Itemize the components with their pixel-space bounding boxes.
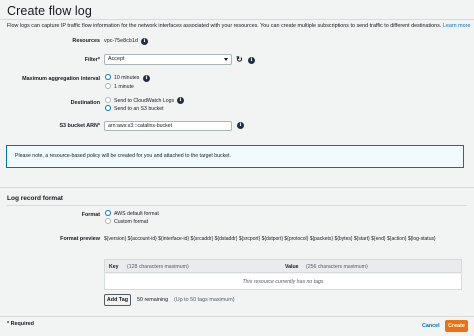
- tags-table-header: Key (128 characters maximum) Value (256 …: [104, 259, 462, 273]
- page-title: Create flow log: [7, 4, 92, 18]
- format-preview-value: ${version} ${account-id} ${interface-id}…: [104, 236, 436, 242]
- s3-arn-label: S3 bucket ARN*: [59, 123, 100, 129]
- create-button[interactable]: Create: [445, 320, 468, 332]
- format-radio-default[interactable]: [105, 210, 111, 216]
- title-divider: [0, 19, 474, 20]
- format-option-custom: Custom format: [114, 218, 149, 225]
- aggregation-radio-10min[interactable]: [105, 74, 111, 80]
- tags-empty-row: This resource currently has no tags: [104, 274, 462, 290]
- s3-arn-input[interactable]: arn:aws:s3:::catalins-bucket: [104, 121, 232, 131]
- aggregation-info-icon[interactable]: i: [143, 75, 150, 82]
- destination-option-cloudwatch: Send to CloudWatch Logs: [114, 97, 175, 104]
- tags-remaining-hint: (Up to 50 tags maximum): [174, 297, 235, 303]
- refresh-icon[interactable]: ↻: [236, 55, 243, 64]
- resources-label: Resources: [72, 38, 100, 44]
- format-label: Format: [81, 212, 100, 218]
- destination-info-icon[interactable]: i: [177, 97, 184, 104]
- policy-notice-text: Please note, a resource-based policy wil…: [15, 153, 231, 159]
- key-header-label: Key: [109, 264, 119, 270]
- tags-key-header: Key: [109, 264, 119, 270]
- aggregation-option-10min: 10 minutes: [114, 74, 140, 81]
- resources-info-icon[interactable]: i: [141, 37, 148, 45]
- required-note: * Required: [7, 321, 34, 327]
- format-radio-custom[interactable]: [105, 218, 111, 224]
- learn-more-link[interactable]: Learn more: [443, 23, 471, 29]
- tags-remaining: 50 remaining: [137, 297, 169, 303]
- log-format-divider: [7, 205, 467, 206]
- page-intro: Flow logs can capture IP traffic flow in…: [7, 23, 470, 29]
- destination-label: Destination: [70, 100, 100, 106]
- add-tag-button[interactable]: Add Tag: [104, 294, 131, 306]
- filter-selected-value: Accept: [108, 56, 125, 62]
- tags-value-header: Value: [285, 264, 299, 270]
- aggregation-label: Maximum aggregation interval: [22, 76, 100, 82]
- cancel-button[interactable]: Cancel: [422, 323, 440, 329]
- aggregation-radio-1min[interactable]: [105, 83, 111, 89]
- format-option-default: AWS default format: [114, 210, 159, 217]
- destination-radio-s3[interactable]: [105, 105, 111, 111]
- log-format-heading: Log record format: [7, 195, 63, 202]
- intro-text: Flow logs can capture IP traffic flow in…: [7, 23, 442, 29]
- filter-select[interactable]: Accept: [104, 54, 232, 65]
- aggregation-option-1min: 1 minute: [114, 83, 134, 90]
- destination-radio-cloudwatch[interactable]: [105, 97, 111, 103]
- chevron-down-icon: [224, 58, 228, 61]
- tags-empty-text: This resource currently has no tags: [242, 279, 324, 285]
- format-preview-label: Format preview: [60, 236, 100, 242]
- value-header-label: Value: [285, 264, 299, 270]
- tags-key-hint: (128 characters maximum): [127, 264, 189, 270]
- filter-info-icon[interactable]: i: [248, 57, 255, 64]
- resources-value: vpc-75e8cb1d: [104, 38, 138, 44]
- footer-divider: [0, 316, 474, 317]
- s3-arn-info-icon[interactable]: i: [237, 122, 244, 129]
- tags-value-hint: (256 characters maximum): [306, 264, 368, 270]
- destination-option-s3: Send to an S3 bucket: [114, 105, 164, 112]
- filter-label: Filter*: [84, 57, 100, 63]
- policy-notice: Please note, a resource-based policy wil…: [6, 145, 464, 168]
- section-divider: [0, 187, 474, 188]
